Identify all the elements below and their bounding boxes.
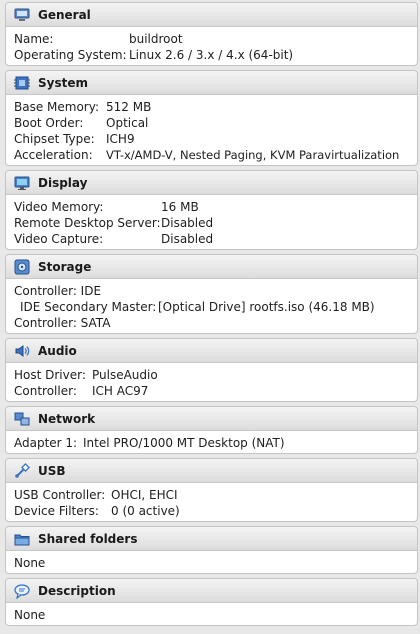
shared-folders-none-text: None [14,556,46,570]
display-remote-desktop-value: Disabled [161,216,214,230]
audio-row-host-driver: Host Driver: PulseAudio [14,367,417,383]
description-row: None [14,607,417,623]
system-row-acceleration: Acceleration: VT-x/AMD-V, Nested Paging,… [14,147,417,163]
usb-section-header[interactable]: USB [6,459,417,483]
storage-row-ide-secondary-master: IDE Secondary Master: [Optical Drive] ro… [14,299,417,315]
storage-disk-icon [14,259,30,275]
description-section-header[interactable]: Description [6,579,417,603]
audio-controller-value: ICH AC97 [92,384,149,398]
monitor-icon [14,7,30,23]
audio-controller-label: Controller: [14,384,77,398]
general-row-os: Operating System: Linux 2.6 / 3.x / 4.x … [14,47,417,63]
shared-folders-section-header[interactable]: Shared folders [6,527,417,551]
network-icon [14,411,30,427]
shared-folders-section-title: Shared folders [38,531,138,546]
description-section-title: Description [38,583,116,598]
display-row-video-memory: Video Memory: 16 MB [14,199,417,215]
usb-icon [14,462,30,479]
display-video-capture-value: Disabled [161,232,214,246]
display-video-memory-label: Video Memory: [14,200,104,214]
usb-device-filters-value: 0 (0 active) [111,504,180,518]
system-memory-value: 512 MB [106,100,152,114]
storage-controller-sata-label: Controller: SATA [14,316,111,330]
description-none-text: None [14,608,46,622]
usb-row-device-filters: Device Filters: 0 (0 active) [14,503,417,519]
general-section-header[interactable]: General [6,3,417,27]
usb-controller-value: OHCI, EHCI [111,488,178,502]
folder-icon [14,531,30,547]
general-os-label: Operating System: [14,48,127,62]
network-adapter-1-label: Adapter 1: [14,436,78,450]
speaker-icon [14,343,30,359]
general-name-label: Name: [14,32,54,46]
storage-section-title: Storage [38,259,92,274]
display-section-header[interactable]: Display [6,171,417,195]
display-section: Display Video Memory: 16 MB Remote Deskt… [5,170,418,250]
system-chipset-label: Chipset Type: [14,132,95,146]
audio-row-controller: Controller: ICH AC97 [14,383,417,399]
shared-folders-row: None [14,555,417,571]
system-chipset-value: ICH9 [106,132,135,146]
display-row-remote-desktop: Remote Desktop Server: Disabled [14,215,417,231]
system-memory-label: Base Memory: [14,100,100,114]
system-acceleration-value: VT-x/AMD-V, Nested Paging, KVM Paravirtu… [106,148,400,162]
storage-section: Storage Controller: IDE IDE Secondary Ma… [5,254,418,334]
audio-section-header[interactable]: Audio [6,339,417,363]
system-boot-order-value: Optical [106,116,149,130]
audio-host-driver-value: PulseAudio [92,368,158,382]
audio-section: Audio Host Driver: PulseAudio Controller… [5,338,418,402]
general-os-value: Linux 2.6 / 3.x / 4.x (64-bit) [129,48,294,62]
system-section: System Base Memory: 512 MB Boot Order: O… [5,70,418,166]
network-section: Network Adapter 1: Intel PRO/1000 MT Des… [5,406,418,454]
display-remote-desktop-label: Remote Desktop Server: [14,216,161,230]
storage-controller-ide-label: Controller: IDE [14,284,102,298]
display-video-memory-value: 16 MB [161,200,199,214]
general-row-name: Name: buildroot [14,31,417,47]
storage-optical-drive-link[interactable]: [Optical Drive] rootfs.iso (46.18 MB) [158,299,375,315]
system-section-title: System [38,75,88,90]
usb-row-controller: USB Controller: OHCI, EHCI [14,487,417,503]
storage-ide-secondary-master-label: IDE Secondary Master: [20,300,157,314]
usb-section: USB USB Controller: OHCI, EHCI Device Fi… [5,458,418,522]
storage-row-controller-ide: Controller: IDE [14,283,417,299]
network-row-adapter-1: Adapter 1: Intel PRO/1000 MT Desktop (NA… [14,435,417,451]
chip-icon [14,75,30,91]
general-section: General Name: buildroot Operating System… [5,2,418,66]
system-section-header[interactable]: System [6,71,417,95]
general-name-value: buildroot [129,32,183,46]
display-row-video-capture: Video Capture: Disabled [14,231,417,247]
system-row-memory: Base Memory: 512 MB [14,99,417,115]
display-video-capture-label: Video Capture: [14,232,104,246]
network-adapter-1-value: Intel PRO/1000 MT Desktop (NAT) [83,436,285,450]
storage-row-controller-sata: Controller: SATA [14,315,417,331]
audio-host-driver-label: Host Driver: [14,368,86,382]
usb-device-filters-label: Device Filters: [14,504,99,518]
network-section-header[interactable]: Network [6,407,417,431]
usb-controller-label: USB Controller: [14,488,106,502]
system-row-boot-order: Boot Order: Optical [14,115,417,131]
display-section-title: Display [38,175,88,190]
system-boot-order-label: Boot Order: [14,116,84,130]
system-acceleration-label: Acceleration: [14,148,93,162]
audio-section-title: Audio [38,343,77,358]
speech-bubble-icon [14,583,30,600]
display-monitor-icon [14,175,30,191]
usb-section-title: USB [38,463,66,478]
network-section-title: Network [38,411,96,426]
shared-folders-section: Shared folders None [5,526,418,574]
system-row-chipset: Chipset Type: ICH9 [14,131,417,147]
description-section: Description None [5,578,418,626]
general-section-title: General [38,7,91,22]
storage-section-header[interactable]: Storage [6,255,417,279]
